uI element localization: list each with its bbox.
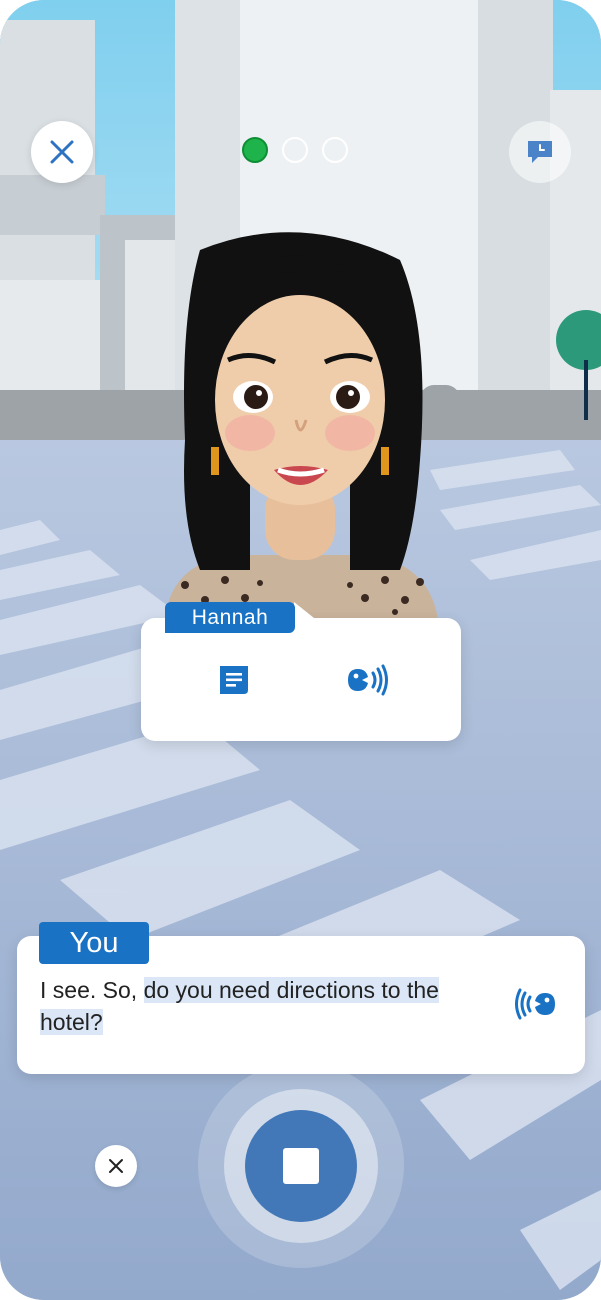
speech-tail <box>294 602 314 618</box>
close-icon <box>50 140 74 164</box>
text-bubble-icon <box>220 666 248 694</box>
close-button[interactable] <box>31 121 93 183</box>
show-text-button[interactable] <box>210 656 258 704</box>
user-text-highlight: do you need directions to the <box>143 977 439 1003</box>
speaker-name-you: You <box>39 922 149 964</box>
hannah-message-card <box>141 618 461 741</box>
progress-dot-2 <box>282 137 308 163</box>
chat-history-button[interactable] <box>509 121 571 183</box>
cancel-recording-button[interactable] <box>95 1145 137 1187</box>
progress-dot-3 <box>322 137 348 163</box>
speaker-icon <box>348 664 388 696</box>
play-my-audio-button[interactable] <box>512 980 560 1028</box>
progress-indicator <box>242 137 348 163</box>
progress-dot-1 <box>242 137 268 163</box>
conversation-screen: Hannah You I see. So, do you need direct… <box>0 0 601 1300</box>
play-audio-button[interactable] <box>343 656 391 704</box>
user-message-text: I see. So, do you need directions to the… <box>40 974 490 1038</box>
speaker-icon <box>515 988 555 1020</box>
avatar-hannah <box>165 232 438 620</box>
stop-recording-button[interactable] <box>245 1110 357 1222</box>
user-text-highlight-2: hotel? <box>40 1009 103 1035</box>
stop-icon <box>283 1148 319 1184</box>
close-icon <box>109 1159 123 1173</box>
speaker-name-hannah: Hannah <box>165 602 295 633</box>
user-text-plain: I see. So, <box>40 977 144 1003</box>
chat-history-icon <box>528 141 552 163</box>
